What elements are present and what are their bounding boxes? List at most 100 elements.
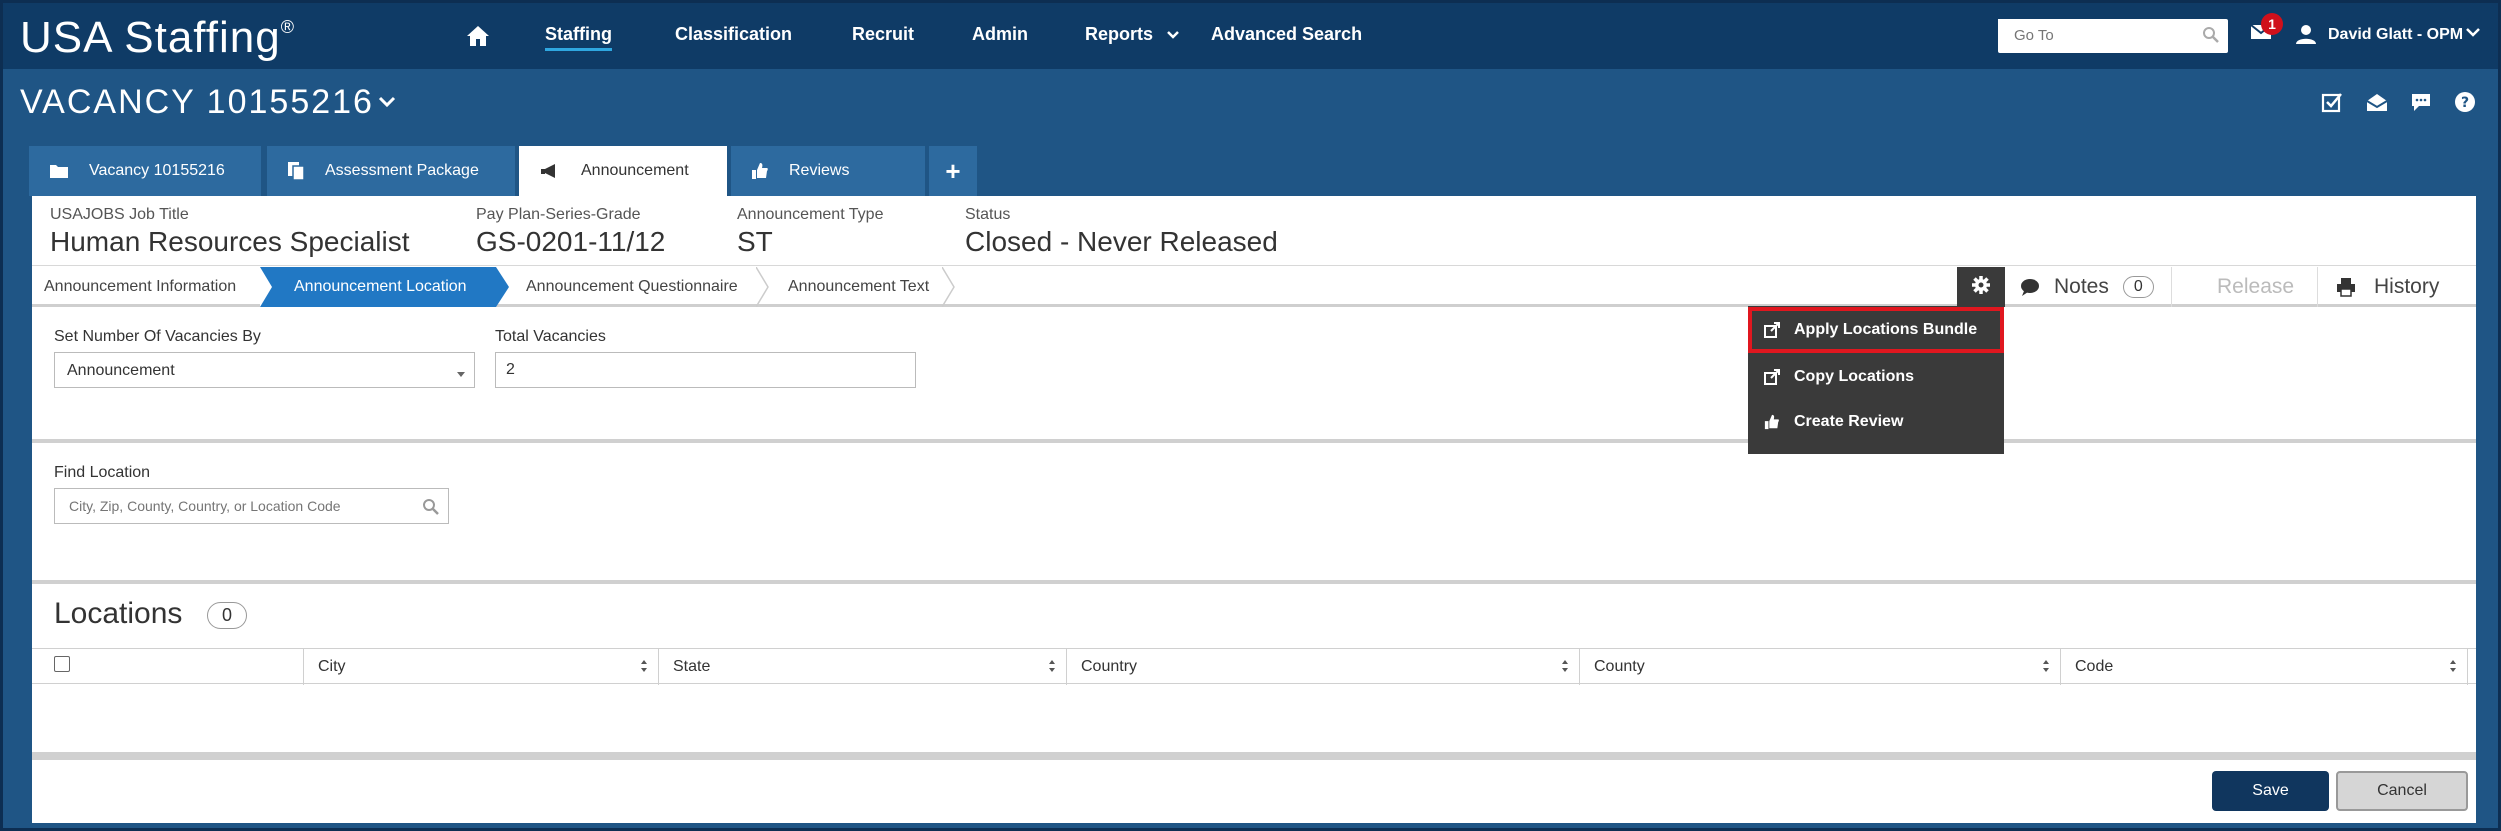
job-title-value: Human Resources Specialist	[50, 226, 410, 257]
column-city[interactable]: City	[304, 649, 659, 685]
tab-assessment-label: Assessment Package	[325, 162, 479, 179]
chat-icon[interactable]	[2410, 91, 2432, 118]
set-by-value: Announcement	[67, 362, 175, 379]
column-county[interactable]: County	[1580, 649, 2061, 685]
tab-reviews[interactable]: Reviews	[731, 146, 925, 196]
total-vacancies-input[interactable]: 2	[495, 352, 916, 388]
goto-input[interactable]	[1998, 19, 2188, 51]
vacancies-section: Set Number Of Vacancies By Announcement …	[32, 310, 2476, 443]
nav-recruit[interactable]: Recruit	[852, 24, 914, 45]
user-name[interactable]: David Glatt - OPM	[2328, 26, 2463, 44]
sort-icon	[1048, 659, 1056, 678]
find-location-input[interactable]	[55, 489, 405, 523]
tab-assessment-package[interactable]: Assessment Package	[267, 146, 515, 196]
notes-label: Notes	[2054, 275, 2109, 298]
nav-advanced-search[interactable]: Advanced Search	[1211, 24, 1362, 45]
chevron-down-icon	[1166, 27, 1180, 43]
column-country[interactable]: Country	[1067, 649, 1580, 685]
nav-classification[interactable]: Classification	[675, 24, 792, 45]
step-2-label: Announcement Location	[294, 278, 467, 295]
step-4-label: Announcement Text	[788, 278, 930, 295]
table-bottom-divider	[32, 752, 2476, 760]
grade-value: GS-0201-11/12	[476, 226, 666, 257]
step-announcement-location[interactable]: Announcement Location	[260, 267, 496, 307]
column-city-label: City	[318, 658, 346, 675]
notes-count: 0	[2122, 276, 2154, 298]
nav-admin[interactable]: Admin	[972, 24, 1028, 45]
save-button[interactable]: Save	[2212, 771, 2329, 811]
sort-icon	[2042, 659, 2050, 678]
select-arrow-icon	[456, 366, 466, 384]
step-announcement-questionnaire[interactable]: Announcement Questionnaire	[510, 267, 762, 307]
grade-block: Pay Plan-Series-Grade GS-0201-11/12	[476, 206, 665, 258]
sort-icon	[640, 659, 648, 678]
step-3-label: Announcement Questionnaire	[526, 278, 738, 295]
step-announcement-text[interactable]: Announcement Text	[772, 267, 942, 307]
locations-header: Locations 0	[32, 587, 2476, 645]
menu-item-copy-locations[interactable]: Copy Locations	[1748, 354, 2004, 400]
notes-button[interactable]: Notes 0	[2020, 267, 2154, 307]
create-review-label: Create Review	[1794, 413, 1904, 430]
gear-icon	[1970, 274, 1992, 301]
external-link-icon	[1764, 369, 1780, 385]
user-menu-chevron-icon[interactable]	[2465, 25, 2481, 43]
step-announcement-information[interactable]: Announcement Information	[32, 267, 264, 307]
help-icon[interactable]: ?	[2454, 91, 2476, 118]
column-code-label: Code	[2075, 658, 2114, 675]
folder-icon	[49, 163, 69, 179]
svg-text:?: ?	[2461, 95, 2469, 111]
external-link-icon	[1764, 322, 1780, 338]
step-arrow-active	[496, 267, 509, 307]
column-county-label: County	[1594, 658, 1645, 675]
cancel-button[interactable]: Cancel	[2336, 771, 2468, 811]
add-tab-button[interactable]: +	[929, 146, 977, 196]
menu-item-apply-locations-bundle[interactable]: Apply Locations Bundle	[1748, 307, 2004, 353]
sort-icon	[2449, 659, 2457, 678]
nav-staffing[interactable]: Staffing	[545, 24, 612, 51]
column-code[interactable]: Code	[2061, 649, 2468, 685]
thumbs-up-icon	[1764, 414, 1780, 430]
tab-vacancy[interactable]: Vacancy 10155216	[29, 146, 261, 196]
search-icon[interactable]	[422, 498, 440, 521]
nav-reports[interactable]: Reports	[1085, 24, 1180, 45]
vacancy-summary: USAJOBS Job Title Human Resources Specia…	[32, 196, 2476, 266]
locations-table-header: City State Country County Code	[32, 648, 2476, 685]
vacancy-chevron-down-icon[interactable]	[378, 95, 396, 114]
type-label: Announcement Type	[737, 206, 884, 223]
tab-announcement[interactable]: Announcement	[519, 146, 727, 196]
set-by-select[interactable]: Announcement	[54, 352, 475, 388]
inbox-icon[interactable]	[2365, 91, 2389, 118]
find-location-search	[54, 488, 449, 524]
search-icon[interactable]	[2202, 26, 2220, 49]
status-label: Status	[965, 206, 1011, 223]
top-navigation: USA Staffing® Staffing Classification Re…	[3, 3, 2498, 69]
printer-icon	[2336, 277, 2356, 297]
apply-locations-bundle-label: Apply Locations Bundle	[1794, 321, 1978, 338]
select-all-checkbox[interactable]	[54, 656, 70, 672]
settings-gear-button[interactable]	[1957, 267, 2005, 307]
nav-reports-label: Reports	[1085, 24, 1154, 44]
user-icon[interactable]	[2295, 23, 2317, 50]
type-value: ST	[737, 226, 773, 257]
home-icon[interactable]	[465, 23, 491, 49]
release-button[interactable]: Release	[2217, 267, 2294, 307]
tab-vacancy-label: Vacancy 10155216	[89, 162, 225, 179]
toolbar-divider	[2171, 267, 2172, 307]
copy-locations-label: Copy Locations	[1794, 368, 1915, 385]
step-1-label: Announcement Information	[44, 278, 237, 295]
logo-mark: ®	[280, 17, 295, 37]
step-arrow-left	[260, 267, 272, 307]
megaphone-icon	[539, 162, 561, 180]
step-separator	[942, 267, 955, 307]
column-state[interactable]: State	[659, 649, 1067, 685]
app-logo[interactable]: USA Staffing®	[20, 13, 295, 63]
vacancy-title: VACANCY 10155216	[20, 83, 374, 121]
task-check-icon[interactable]	[2321, 91, 2343, 118]
history-button[interactable]: History	[2336, 267, 2439, 307]
logo-text: USA Staffing	[20, 13, 281, 62]
status-block: Status Closed - Never Released	[965, 206, 1278, 258]
notes-icon	[2020, 278, 2040, 296]
menu-item-create-review[interactable]: Create Review	[1748, 399, 2004, 445]
mail-count-badge: 1	[2261, 13, 2283, 35]
plus-icon: +	[945, 155, 961, 186]
